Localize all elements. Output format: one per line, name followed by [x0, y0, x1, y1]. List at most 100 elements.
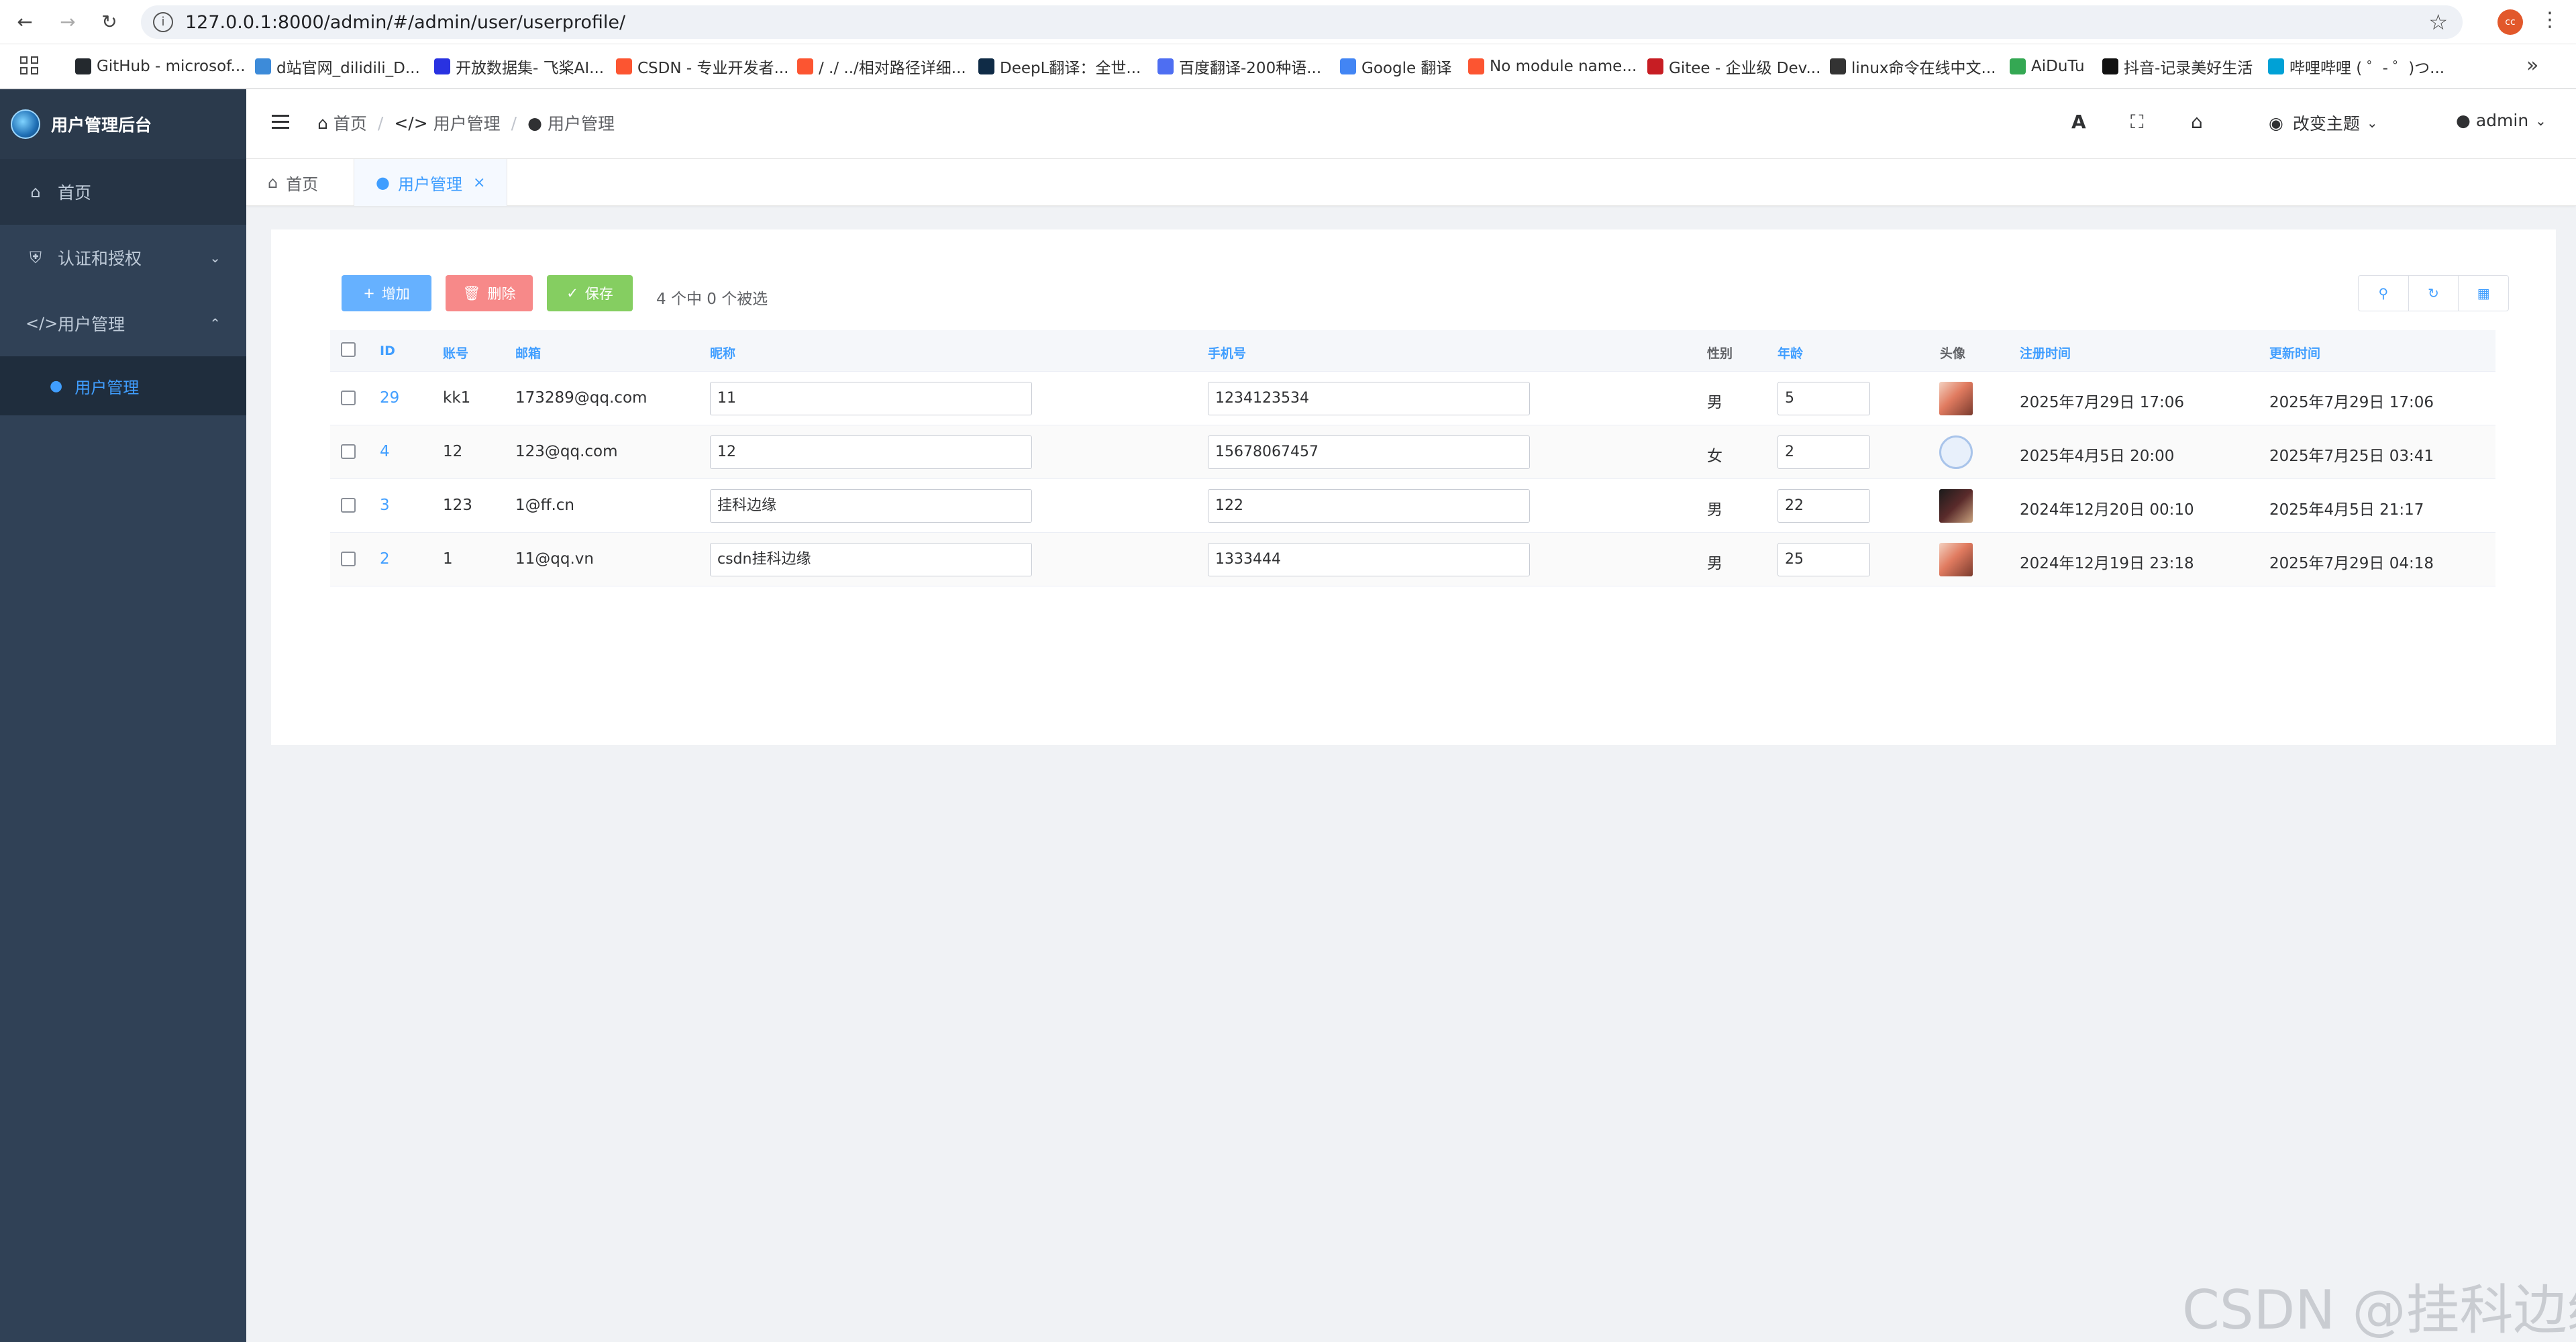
- age-input[interactable]: 5: [1778, 382, 1870, 415]
- breadcrumb-item[interactable]: 用户管理: [433, 111, 501, 135]
- age-input[interactable]: 25: [1778, 543, 1870, 576]
- breadcrumb-item[interactable]: 首页: [333, 111, 367, 135]
- column-header-email[interactable]: 邮箱: [515, 344, 541, 362]
- nickname-input[interactable]: csdn挂科边缘: [710, 543, 1032, 576]
- bookmark-item[interactable]: CSDN - 专业开发者...: [616, 55, 788, 78]
- reload-icon[interactable]: ↻: [97, 9, 122, 35]
- user-icon: ●: [2456, 111, 2471, 130]
- back-arrow-icon[interactable]: ←: [12, 9, 38, 35]
- user-dropdown[interactable]: ● admin ⌄: [2456, 111, 2546, 130]
- save-button-label: 保存: [584, 286, 613, 302]
- bookmark-item[interactable]: AiDuTu: [2010, 55, 2085, 78]
- shield-icon: ⛨: [30, 248, 42, 267]
- fullscreen-icon[interactable]: ⛶: [2130, 111, 2144, 134]
- cell-id[interactable]: 2: [380, 550, 390, 568]
- columns-icon[interactable]: ▦: [2459, 276, 2508, 311]
- more-bookmarks-icon[interactable]: »: [2526, 54, 2538, 77]
- bookmark-item[interactable]: DeepL翻译：全世...: [978, 55, 1141, 78]
- bookmark-item[interactable]: No module name...: [1468, 55, 1637, 78]
- row-checkbox[interactable]: [341, 552, 356, 566]
- site-info-icon[interactable]: i: [153, 12, 173, 32]
- close-icon[interactable]: ×: [473, 174, 485, 191]
- row-checkbox[interactable]: [341, 444, 356, 459]
- column-header-avatar: 头像: [1940, 346, 1966, 361]
- sidebar: 用户管理后台 ⌂ 首页 ⛨ 认证和授权 ⌄ </> 用户管理 ⌃ ● 用户管理: [0, 89, 246, 1342]
- csdn-icon: [1468, 58, 1484, 74]
- address-bar[interactable]: i 127.0.0.1:8000/admin/#/admin/user/user…: [141, 5, 2463, 39]
- phone-input[interactable]: 1234123534: [1208, 382, 1530, 415]
- apps-grid-icon[interactable]: [20, 56, 40, 76]
- bookmark-item[interactable]: linux命令在线中文...: [1830, 55, 1996, 78]
- bookmark-item[interactable]: 开放数据集- 飞桨AI...: [434, 55, 604, 78]
- search-icon[interactable]: ⚲: [2359, 276, 2409, 311]
- delete-button[interactable]: 🗑 删除: [446, 275, 533, 311]
- palette-icon: ◉: [2269, 113, 2283, 133]
- phone-input[interactable]: 122: [1208, 489, 1530, 523]
- sidebar-item-home[interactable]: ⌂ 首页: [0, 159, 246, 225]
- add-button[interactable]: + 增加: [342, 275, 431, 311]
- chevron-up-icon: ⌃: [209, 315, 221, 331]
- cell-id[interactable]: 3: [380, 497, 390, 514]
- theme-dropdown[interactable]: ◉ 改变主题 ⌄: [2269, 111, 2378, 135]
- cell-email: 173289@qq.com: [515, 389, 648, 407]
- user-icon: ●: [527, 113, 542, 133]
- browser-menu-icon[interactable]: ⋮: [2540, 8, 2560, 32]
- phone-input[interactable]: 15678067457: [1208, 435, 1530, 469]
- bookmark-item[interactable]: GitHub - microsof...: [75, 55, 246, 78]
- row-checkbox[interactable]: [341, 498, 356, 513]
- hamburger-menu-icon[interactable]: [272, 115, 289, 130]
- cell-id[interactable]: 4: [380, 443, 390, 460]
- csdn-icon: [797, 58, 813, 74]
- select-all-checkbox[interactable]: [341, 342, 356, 357]
- column-header-phone[interactable]: 手机号: [1208, 344, 1246, 362]
- sidebar-logo-row[interactable]: 用户管理后台: [0, 89, 246, 159]
- home-icon: ⌂: [268, 173, 278, 192]
- cell-id[interactable]: 29: [380, 389, 399, 407]
- tab-user-management[interactable]: ● 用户管理 ×: [354, 159, 508, 206]
- forward-arrow-icon[interactable]: →: [55, 9, 81, 35]
- breadcrumb-item: 用户管理: [547, 114, 615, 134]
- bookmark-item[interactable]: 百度翻译-200种语...: [1157, 55, 1321, 78]
- sidebar-item-user-management[interactable]: </> 用户管理 ⌃: [0, 291, 246, 356]
- table-row: 3 123 1@ff.cn 挂科边缘 122 男 22 2024年12月20日 00:10 20…: [330, 479, 2495, 533]
- bookmark-item[interactable]: 哔哩哔哩 ( ゜- ゜)つ...: [2268, 55, 2444, 78]
- cell-registered: 2024年12月20日 00:10: [2020, 501, 2194, 519]
- table-row: 4 12 123@qq.com 12 15678067457 女 2 2025年4月5日 20…: [330, 425, 2495, 479]
- column-header-nickname[interactable]: 昵称: [710, 344, 735, 362]
- bookmark-item[interactable]: Google 翻译: [1340, 55, 1451, 78]
- nickname-input[interactable]: 11: [710, 382, 1032, 415]
- content-card: + 增加 🗑 删除 ✓ 保存 4 个中 0 个被选 ⚲ ↻ ▦ ID 账号 邮箱…: [271, 229, 2556, 745]
- refresh-icon[interactable]: ↻: [2409, 276, 2459, 311]
- tab-home[interactable]: ⌂ 首页: [246, 159, 340, 206]
- column-header-account[interactable]: 账号: [443, 344, 468, 362]
- age-input[interactable]: 2: [1778, 435, 1870, 469]
- cell-gender: 男: [1707, 555, 1722, 572]
- column-header-registered[interactable]: 注册时间: [2020, 344, 2071, 362]
- bookmark-label: CSDN - 专业开发者...: [637, 60, 789, 77]
- sidebar-item-auth[interactable]: ⛨ 认证和授权 ⌄: [0, 225, 246, 291]
- bookmark-item[interactable]: Gitee - 企业级 Dev...: [1647, 55, 1820, 78]
- home-icon: ⌂: [317, 113, 328, 133]
- column-header-id[interactable]: ID: [380, 344, 395, 358]
- bookmark-item[interactable]: d站官网_dilidili_D...: [255, 55, 420, 78]
- bookmark-star-icon[interactable]: ☆: [2428, 9, 2448, 35]
- user-icon: ●: [50, 377, 63, 395]
- url-text[interactable]: 127.0.0.1:8000/admin/#/admin/user/userpr…: [185, 12, 625, 33]
- column-header-updated[interactable]: 更新时间: [2269, 344, 2320, 362]
- bookmark-item[interactable]: / ./ ../相对路径详细...: [797, 55, 966, 78]
- save-button[interactable]: ✓ 保存: [547, 275, 633, 311]
- column-header-age[interactable]: 年龄: [1778, 344, 1803, 362]
- table-row: 2 1 11@qq.vn csdn挂科边缘 1333444 男 25 2024年12月19日 …: [330, 533, 2495, 586]
- nickname-input[interactable]: 挂科边缘: [710, 489, 1032, 523]
- font-size-icon[interactable]: A: [2071, 111, 2086, 133]
- nickname-input[interactable]: 12: [710, 435, 1032, 469]
- bookmark-item[interactable]: 抖音-记录美好生活: [2102, 55, 2253, 78]
- phone-input[interactable]: 1333444: [1208, 543, 1530, 576]
- age-input[interactable]: 22: [1778, 489, 1870, 523]
- table-tools: ⚲ ↻ ▦: [2358, 275, 2509, 311]
- paddle-icon: [434, 58, 450, 74]
- row-checkbox[interactable]: [341, 391, 356, 405]
- sidebar-subitem-user-management[interactable]: ● 用户管理: [0, 356, 246, 415]
- home-icon[interactable]: ⌂: [2191, 111, 2203, 133]
- browser-profile-avatar[interactable]: cc: [2497, 9, 2523, 35]
